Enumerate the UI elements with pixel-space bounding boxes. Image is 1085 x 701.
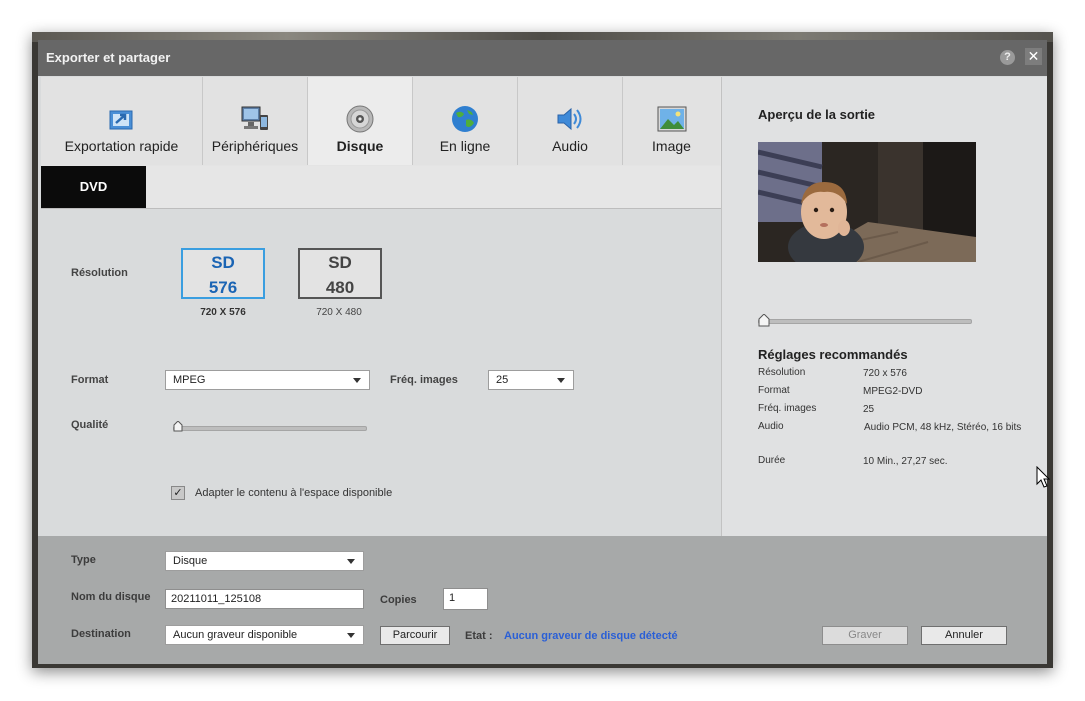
sd480-line2: 480: [325, 278, 355, 297]
chevron-down-icon: [347, 559, 355, 564]
tab-label: Image: [652, 138, 691, 154]
sd480-line1: SD: [328, 253, 352, 272]
title-bar: Exporter et partager ? ✕: [38, 40, 1047, 76]
mouse-cursor-icon: [1036, 466, 1051, 488]
tab-disc[interactable]: Disque: [308, 77, 413, 165]
rec-key-duration: Durée: [758, 455, 786, 466]
destination-value: Aucun graveur disponible: [173, 629, 298, 641]
disc-name-input[interactable]: 20211011_125108: [165, 589, 364, 609]
cancel-button[interactable]: Annuler: [921, 626, 1007, 645]
copies-label: Copies: [380, 594, 417, 606]
subtab-dvd[interactable]: DVD: [41, 166, 146, 208]
destination-select[interactable]: Aucun graveur disponible: [165, 625, 364, 645]
sd576-option[interactable]: SD 576: [181, 248, 265, 299]
tab-audio[interactable]: Audio: [518, 77, 623, 165]
tab-label: Audio: [552, 138, 588, 154]
disc-icon: [346, 105, 374, 133]
type-select[interactable]: Disque: [165, 551, 364, 571]
preview-panel: Aperçu de la sortie Réglages recommandés…: [722, 77, 1047, 536]
rec-value-audio: Audio PCM, 48 kHz, Stéréo, 16 bits: [864, 422, 1022, 433]
rec-value-resolution: 720 x 576: [863, 368, 907, 379]
sd480-option[interactable]: SD 480: [298, 248, 382, 299]
window-title: Exporter et partager: [46, 50, 171, 65]
preview-scrubber[interactable]: [758, 319, 972, 324]
copies-input[interactable]: 1: [443, 588, 488, 610]
globe-icon: [452, 106, 478, 132]
speaker-icon: [557, 107, 582, 131]
type-value: Disque: [173, 555, 208, 567]
rec-key-fps: Fréq. images: [758, 403, 817, 414]
preview-title: Aperçu de la sortie: [758, 107, 876, 122]
recommended-title: Réglages recommandés: [758, 347, 908, 362]
export-dialog: Exporter et partager ? ✕ Exportation rap…: [38, 40, 1047, 664]
tab-image[interactable]: Image: [623, 77, 720, 165]
type-label: Type: [71, 554, 96, 566]
tab-quick-export[interactable]: Exportation rapide: [41, 77, 203, 165]
resolution-label: Résolution: [71, 267, 128, 279]
tab-label: En ligne: [439, 138, 491, 154]
tab-label: Périphériques: [211, 138, 299, 154]
rec-value-fps: 25: [863, 404, 875, 415]
preview-scrubber-thumb[interactable]: [758, 314, 770, 327]
preview-thumbnail: [758, 142, 976, 262]
fit-content-label: Adapter le contenu à l'espace disponible: [195, 487, 393, 499]
burn-button[interactable]: Graver: [822, 626, 908, 645]
help-icon[interactable]: ?: [1000, 50, 1015, 65]
rec-key-resolution: Résolution: [758, 367, 806, 378]
rec-value-format: MPEG2-DVD: [863, 386, 923, 397]
rec-value-duration: 10 Min., 27,27 sec.: [863, 456, 948, 467]
state-value: Aucun graveur de disque détecté: [504, 630, 678, 642]
fit-content-checkbox[interactable]: ✓: [171, 486, 185, 500]
sd576-caption: 720 X 576: [200, 307, 246, 318]
fps-select[interactable]: 25: [488, 370, 574, 390]
format-select[interactable]: MPEG: [165, 370, 370, 390]
tab-online[interactable]: En ligne: [413, 77, 518, 165]
state-label: Etat :: [465, 630, 493, 642]
quality-label: Qualité: [71, 419, 109, 431]
format-label: Format: [71, 374, 109, 386]
subtab-bar: DVD: [41, 166, 721, 209]
quality-slider[interactable]: [173, 426, 367, 431]
tab-devices[interactable]: Périphériques: [203, 77, 308, 165]
close-icon[interactable]: ✕: [1025, 48, 1042, 65]
format-value: MPEG: [173, 374, 206, 386]
sd480-caption: 720 X 480: [316, 307, 362, 318]
chevron-down-icon: [557, 378, 565, 383]
disc-name-label: Nom du disque: [71, 591, 151, 603]
quick-export-icon: [109, 110, 132, 130]
sd576-line2: 576: [208, 278, 238, 297]
bottom-panel: Type Disque Nom du disque 20211011_12510…: [38, 536, 1047, 664]
quality-slider-thumb[interactable]: [173, 421, 183, 432]
devices-icon: [241, 106, 268, 130]
chevron-down-icon: [347, 633, 355, 638]
browse-button[interactable]: Parcourir: [380, 626, 450, 645]
export-tabs: Exportation rapide Périphériques Disque: [41, 77, 721, 166]
rec-key-audio: Audio: [758, 421, 784, 432]
fps-value: 25: [496, 374, 509, 386]
destination-label: Destination: [71, 628, 131, 640]
rec-key-format: Format: [758, 385, 790, 396]
tab-label: Disque: [336, 138, 384, 154]
sd576-line1: SD: [211, 253, 235, 272]
chevron-down-icon: [353, 378, 361, 383]
fps-label: Fréq. images: [390, 374, 458, 386]
image-icon: [657, 106, 686, 132]
tab-label: Exportation rapide: [64, 138, 179, 154]
